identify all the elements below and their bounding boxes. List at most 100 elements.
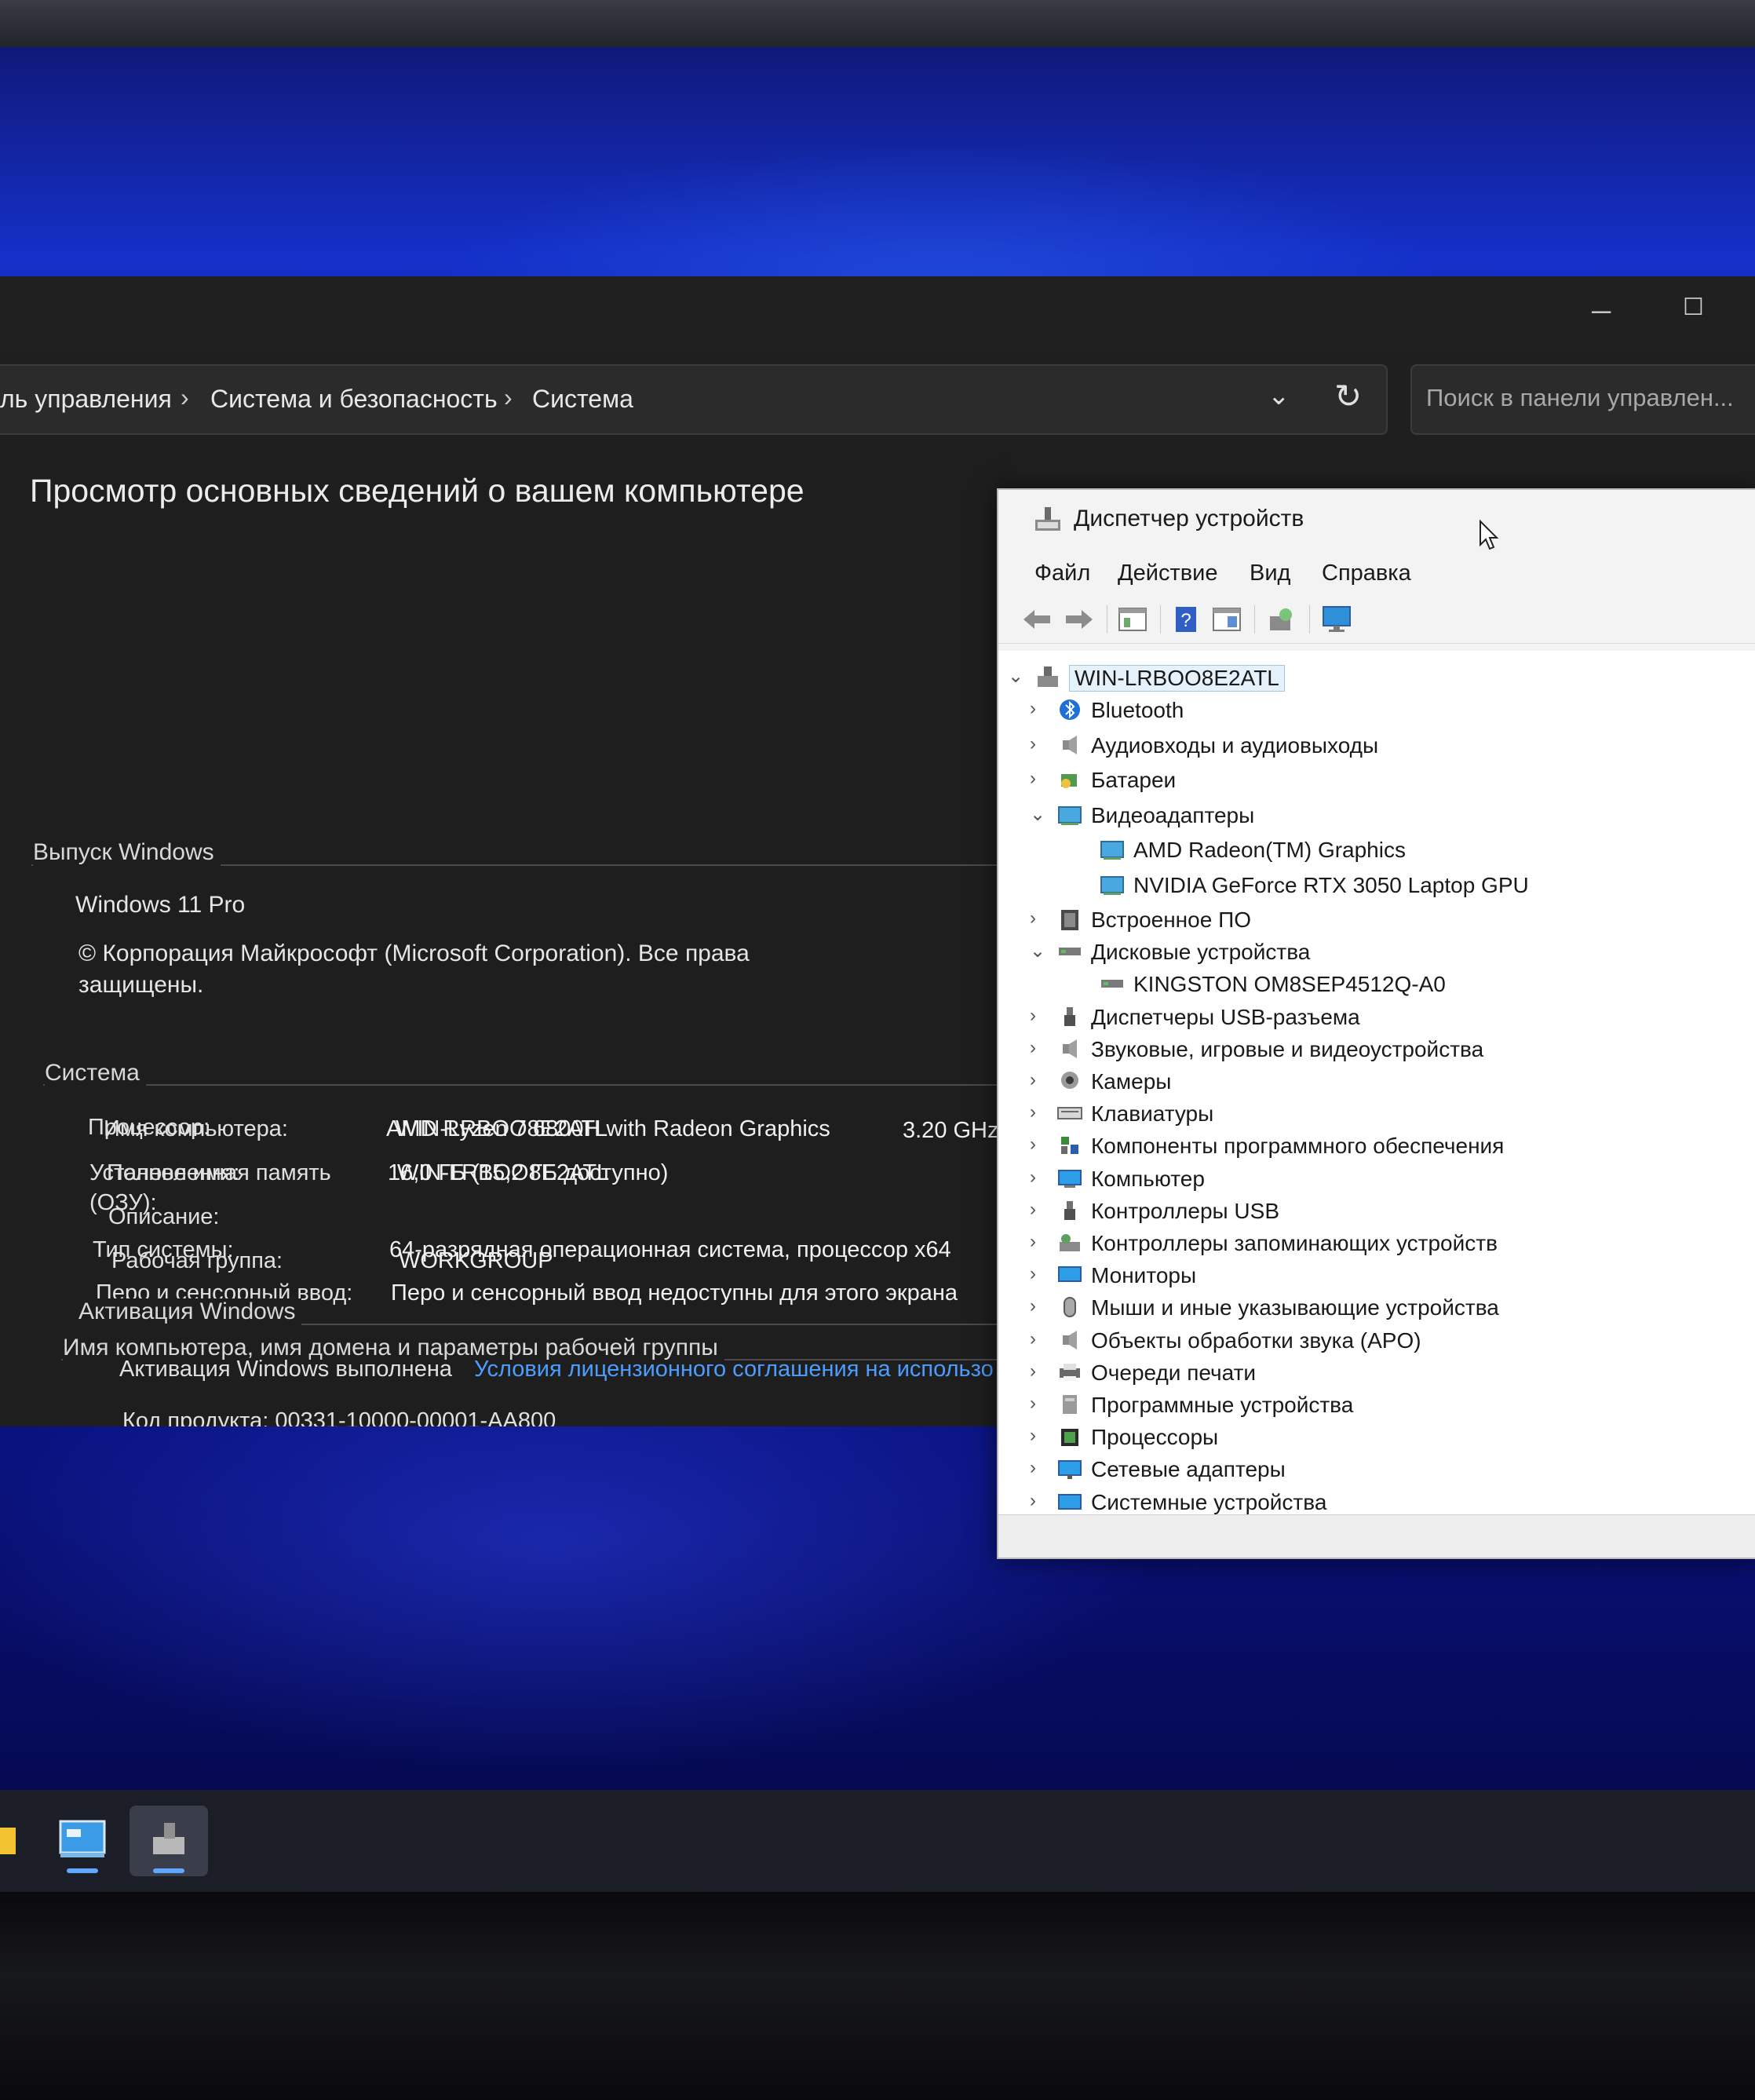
device-label: AMD Radeon(TM) Graphics — [1133, 838, 1406, 862]
usb-icon — [1064, 1006, 1075, 1026]
chevron-right-icon[interactable]: › — [1030, 1101, 1050, 1123]
chevron-down-icon[interactable]: ⌄ — [1030, 803, 1050, 826]
running-indicator — [153, 1868, 184, 1873]
device-label: NVIDIA GeForce RTX 3050 Laptop GPU — [1133, 872, 1529, 897]
chevron-right-icon[interactable]: › — [1030, 698, 1050, 720]
chevron-right-icon[interactable]: › — [1030, 1134, 1050, 1156]
chevron-down-icon[interactable]: ⌄ — [1030, 940, 1050, 962]
chevron-right-icon[interactable]: › — [1030, 1425, 1050, 1447]
search-input[interactable] — [1425, 383, 1755, 413]
screen-bezel-bottom — [0, 1892, 1755, 2100]
device-label: Bluetooth — [1091, 698, 1184, 722]
search-box[interactable] — [1410, 364, 1755, 435]
device-tree: ⌄ WIN-LRBOO8E2ATL › Bluetooth › Аудиовходы … — [998, 651, 1755, 1514]
taskbar-control-panel[interactable] — [43, 1806, 122, 1876]
menu-file[interactable]: Файл — [1034, 561, 1090, 586]
device-label: Встроенное ПО — [1091, 908, 1251, 932]
camera-icon — [1061, 1072, 1078, 1089]
device-manager-title: Диспетчер устройств — [1074, 506, 1304, 531]
chevron-right-icon[interactable]: › — [1030, 1167, 1050, 1189]
license-terms-link[interactable]: Условия лицензионного соглашения на испо… — [474, 1357, 994, 1382]
system-info-panel-lower: Имя компьютера: WIN-LRBOO8E2ATL Полное и… — [0, 276, 1012, 1426]
device-manager-window: Диспетчер устройств Файл Действие Вид Сп… — [997, 488, 1755, 1559]
device-label: Батареи — [1091, 768, 1177, 792]
chevron-right-icon[interactable]: › — [1030, 1231, 1050, 1253]
status-bar — [998, 1514, 1755, 1558]
chevron-right-icon[interactable]: › — [1030, 768, 1050, 790]
root-computer-name[interactable]: WIN-LRBOO8E2ATL — [1069, 665, 1285, 692]
taskbar-device-manager[interactable] — [130, 1806, 208, 1876]
view-icon[interactable] — [1210, 604, 1243, 635]
chevron-down-icon[interactable]: ⌄ — [1008, 665, 1028, 688]
forward-arrow-icon[interactable] — [1063, 604, 1096, 635]
usb-icon — [1064, 1200, 1075, 1220]
computer-name-value: WIN-LRBOO8E2ATL — [396, 1116, 608, 1141]
device-manager-icon — [1035, 507, 1060, 531]
svg-text:?: ? — [1180, 610, 1191, 631]
back-arrow-icon[interactable] — [1020, 604, 1053, 635]
chevron-right-icon[interactable]: › — [1030, 1069, 1050, 1091]
monitor-icon[interactable] — [1320, 604, 1353, 635]
toolbar-separator — [1160, 605, 1161, 634]
display-adapter-icon — [1100, 841, 1124, 860]
maximize-icon[interactable]: ☐ — [1683, 294, 1704, 321]
device-label: Дисковые устройства — [1091, 940, 1311, 965]
bluetooth-icon — [1060, 699, 1080, 720]
software-device-icon — [1063, 1395, 1077, 1414]
chevron-right-icon[interactable]: › — [1030, 1263, 1050, 1285]
device-manager-titlebar[interactable]: Диспетчер устройств — [998, 490, 1755, 550]
menu-view[interactable]: Вид — [1250, 561, 1290, 586]
speaker-icon — [1063, 1330, 1077, 1349]
chevron-right-icon[interactable]: › — [1030, 1295, 1050, 1317]
mouse-icon — [1064, 1297, 1076, 1318]
display-adapter-icon — [1100, 875, 1124, 895]
device-label: Очереди печати — [1091, 1360, 1257, 1385]
firmware-icon — [1061, 910, 1078, 930]
device-label: Программные устройства — [1091, 1393, 1354, 1417]
disk-icon — [1101, 980, 1123, 988]
device-label: Мониторы — [1091, 1263, 1197, 1288]
mouse-cursor-icon — [1480, 520, 1499, 550]
device-manager-icon — [153, 1823, 184, 1854]
chevron-right-icon[interactable]: › — [1030, 1037, 1050, 1059]
chevron-right-icon[interactable]: › — [1030, 733, 1050, 755]
device-label: Мыши и иные указывающие устройства — [1091, 1295, 1499, 1320]
device-label: Компоненты программного обеспечения — [1091, 1134, 1505, 1159]
refresh-icon[interactable]: ↻ — [1334, 377, 1362, 415]
menu-bar: Файл Действие Вид Справка — [998, 553, 1755, 592]
computer-name-label: Имя компьютера: — [104, 1116, 288, 1141]
computer-icon — [1058, 1169, 1082, 1188]
toolbar-separator — [1254, 605, 1255, 634]
minimize-icon[interactable]: ─ — [1592, 297, 1611, 327]
chevron-right-icon[interactable]: › — [1030, 1199, 1050, 1221]
chevron-right-icon[interactable]: › — [1030, 1490, 1050, 1512]
full-name-value: WIN-LRBOO8E2ATL — [397, 1160, 610, 1185]
chevron-right-icon[interactable]: › — [1030, 1005, 1050, 1027]
keyboard-icon — [1057, 1107, 1082, 1120]
device-label: Контроллеры USB — [1091, 1198, 1279, 1223]
scan-hardware-icon[interactable] — [1265, 604, 1298, 635]
activation-status: Активация Windows выполнена — [119, 1357, 452, 1382]
chevron-down-icon[interactable]: ⌄ — [1268, 380, 1290, 411]
chevron-right-icon[interactable]: › — [1030, 1360, 1050, 1382]
properties-icon[interactable] — [1116, 604, 1149, 635]
menu-help[interactable]: Справка — [1322, 561, 1411, 586]
chevron-right-icon[interactable]: › — [1030, 1457, 1050, 1479]
chevron-right-icon[interactable]: › — [1030, 1393, 1050, 1415]
device-label: Клавиатуры — [1091, 1101, 1214, 1127]
chevron-right-icon[interactable]: › — [1030, 1328, 1050, 1350]
device-label: Диспетчеры USB-разъема — [1091, 1004, 1360, 1029]
menu-action[interactable]: Действие — [1118, 561, 1217, 586]
chevron-right-icon[interactable]: › — [1030, 908, 1050, 929]
taskbar-file-explorer[interactable] — [0, 1806, 31, 1876]
storage-controller-icon — [1060, 1234, 1080, 1251]
device-label: Звуковые, игровые и видеоустройства — [1091, 1036, 1484, 1061]
folder-icon — [0, 1828, 16, 1854]
network-adapter-icon — [1058, 1460, 1082, 1480]
description-label: Описание: — [108, 1204, 220, 1229]
device-label: Аудиовходы и аудиовыходы — [1091, 732, 1379, 758]
help-icon[interactable]: ? — [1169, 604, 1202, 635]
workgroup-label: Рабочая группа: — [111, 1248, 283, 1273]
device-label: Объекты обработки звука (APO) — [1091, 1328, 1421, 1353]
control-panel-icon — [59, 1820, 106, 1857]
